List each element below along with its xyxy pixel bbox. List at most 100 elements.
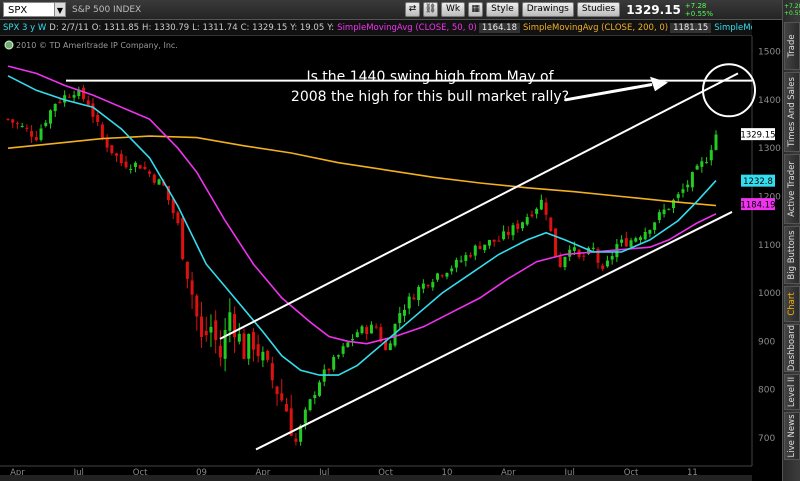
candle-body (643, 231, 647, 240)
candle-body (72, 95, 76, 98)
style-button[interactable]: Style (486, 2, 519, 17)
candle-body (133, 162, 137, 167)
candle-body (421, 283, 425, 289)
candle-body (336, 355, 340, 357)
tab-dashboard[interactable]: Dashboard (784, 324, 800, 372)
candle-body (124, 161, 128, 168)
copyright-logo (4, 40, 14, 50)
price-chart[interactable]: 2010 © TD Ameritrade IP Company, Inc. 700… (0, 36, 782, 481)
candle-body (138, 165, 142, 169)
candle-body (497, 240, 501, 242)
annotation-text-line: Is the 1440 swing high from May of (306, 69, 554, 85)
candle-body (459, 260, 463, 262)
period-button[interactable]: Wk (441, 2, 466, 17)
candle-body (294, 438, 298, 442)
candle-body (67, 96, 71, 98)
candle-body (690, 172, 694, 188)
candle-body (185, 261, 189, 279)
y-tick-label: 900 (758, 337, 775, 347)
tab-trade[interactable]: Trade (784, 22, 800, 70)
candle-body (284, 404, 288, 412)
candle-body (303, 409, 307, 424)
candle-body (402, 309, 406, 316)
candle-body (445, 273, 449, 277)
tab-active-trader[interactable]: Active Trader (784, 154, 800, 224)
y-tick-label: 700 (758, 434, 775, 444)
candle-body (634, 238, 638, 242)
tab-big-buttons[interactable]: Big Buttons (784, 226, 800, 284)
chart-type-icon[interactable]: ▦ (468, 2, 484, 17)
y-tick-label: 800 (758, 386, 775, 396)
studies-button[interactable]: Studies (576, 2, 621, 17)
candle-body (355, 332, 359, 338)
candle-body (478, 245, 482, 249)
tab-level2[interactable]: Level II (784, 374, 800, 410)
share-icon[interactable]: ⇄ (405, 2, 420, 17)
candle-body (426, 284, 430, 287)
price-label-tag: 1184.19 (740, 198, 776, 211)
candle-body (582, 255, 586, 257)
candle-body (6, 118, 10, 120)
study-sma200-value: 1181.15 (670, 22, 712, 33)
symbol-dropdown-icon[interactable]: ▼ (54, 2, 66, 17)
last-price: 1329.15 (626, 2, 681, 17)
tab-times-and-sales[interactable]: Times And Sales (784, 72, 800, 152)
candle-body (549, 217, 553, 232)
candle-body (195, 295, 199, 317)
candle-body (516, 223, 520, 229)
open-label: O: 1311.85 (91, 22, 140, 33)
price-change: +7.28 +0.55% (685, 2, 713, 18)
link-icon[interactable]: ⛓ (423, 2, 438, 17)
candle-body (440, 275, 444, 277)
candle-body (464, 255, 468, 261)
price-change-abs: +7.28 (684, 1, 707, 10)
candle-body (388, 343, 392, 351)
candle-body (487, 239, 491, 246)
candle-body (270, 363, 274, 381)
candle-body (572, 247, 576, 251)
close-label: C: 1329.15 (240, 22, 288, 33)
tab-chart[interactable]: Chart (784, 286, 800, 322)
study-sma200-label[interactable]: SimpleMovingAvg (CLOSE, 200, 0) (523, 23, 668, 33)
symbol-input[interactable]: SPX (3, 2, 55, 17)
candle-body (242, 333, 246, 359)
y-tick-label: 1000 (758, 289, 781, 299)
candle-body (492, 239, 496, 242)
right-rail: +7.28 +0.55% Trade Times And Sales Activ… (782, 0, 800, 481)
candle-body (695, 165, 699, 170)
candle-body (657, 212, 661, 221)
tab-trade-label: Trade (787, 34, 797, 58)
thinkorswim-chart-window: SPX ▼ S&P 500 INDEX ⇄ ⛓ Wk ▦ Style Drawi… (0, 0, 800, 481)
candle-body (332, 356, 336, 370)
tab-times-and-sales-label: Times And Sales (787, 77, 797, 147)
candle-body (450, 268, 454, 272)
tab-dashboard-label: Dashboard (787, 324, 797, 372)
candle-body (417, 286, 421, 301)
candle-body (11, 119, 15, 123)
candle-body (511, 225, 515, 236)
candle-body (620, 239, 624, 243)
candle-body (39, 128, 43, 140)
study-fast-label[interactable]: SimpleMoving... (714, 23, 752, 33)
price-label-text: 1184.19 (740, 201, 775, 211)
candle-body (15, 123, 19, 125)
candle-body (407, 296, 411, 309)
candle-body (275, 386, 279, 395)
candle-body (539, 199, 543, 210)
candle-body (520, 222, 524, 229)
candle-body (525, 217, 529, 225)
candle-body (327, 368, 331, 371)
tab-big-buttons-label: Big Buttons (787, 230, 797, 280)
candle-body (204, 330, 208, 336)
drawings-button[interactable]: Drawings (521, 2, 574, 17)
chart-scrollbar[interactable] (0, 475, 752, 481)
info-bar: SPX 3 y W D: 2/7/11 O: 1311.85 H: 1330.7… (0, 20, 752, 36)
candle-body (686, 184, 690, 188)
candle-body (280, 393, 284, 401)
y-tick-label: 1400 (758, 96, 781, 106)
study-sma50-label[interactable]: SimpleMovingAvg (CLOSE, 50, 0) (337, 23, 477, 33)
candle-body (398, 313, 402, 324)
tab-live-news[interactable]: Live News (784, 412, 800, 460)
candle-body (351, 338, 355, 341)
y-label: Y: 19.05 (290, 22, 325, 33)
